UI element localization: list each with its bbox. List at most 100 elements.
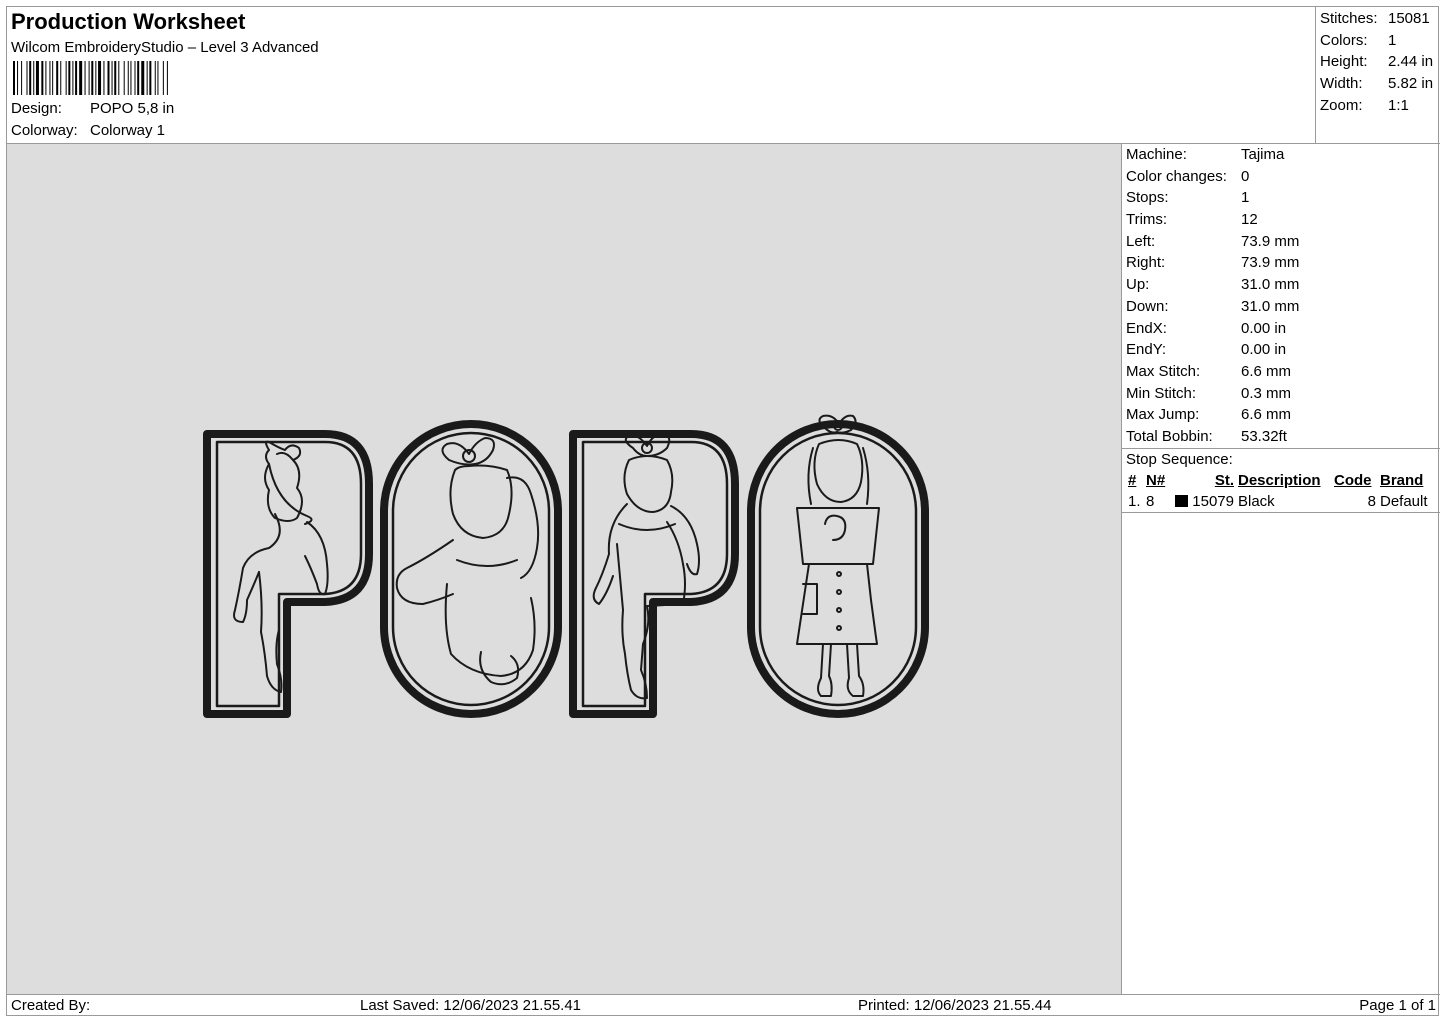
summary-row: Height: 2.44 in bbox=[1320, 51, 1440, 73]
barcode bbox=[13, 61, 168, 95]
machine-properties: Machine: Tajima Color changes: 0 Stops: 1 Trim… bbox=[1122, 144, 1440, 449]
column-header-stitches: St. bbox=[1214, 472, 1234, 490]
summary-value: 1 bbox=[1388, 31, 1397, 49]
property-value: 0.00 in bbox=[1241, 341, 1287, 359]
property-row: Min Stitch: 0.3 mm bbox=[1126, 383, 1440, 405]
child-figure-3 bbox=[592, 433, 700, 700]
worksheet-title: Production Worksheet bbox=[11, 9, 246, 34]
embroidery-design bbox=[203, 414, 929, 718]
colorway-label: Colorway: bbox=[11, 122, 78, 139]
row-description: Black bbox=[1238, 493, 1275, 511]
letter-p-left bbox=[203, 430, 373, 718]
property-label: Max Jump: bbox=[1126, 406, 1200, 424]
row-index: 1. bbox=[1128, 493, 1141, 511]
worksheet-header: Production Worksheet Wilcom EmbroiderySt… bbox=[7, 7, 1440, 144]
property-label: Total Bobbin: bbox=[1126, 427, 1213, 445]
property-value: 73.9 mm bbox=[1241, 232, 1300, 250]
property-row: Trims: 12 bbox=[1126, 209, 1440, 231]
summary-label: Width: bbox=[1320, 75, 1363, 93]
table-row: 1. 8 15079 Black 8 Default bbox=[1126, 491, 1436, 512]
property-value: 0.3 mm bbox=[1241, 384, 1292, 402]
column-header-index: # bbox=[1128, 472, 1137, 490]
created-by: Created By: bbox=[11, 997, 91, 1014]
summary-value: 2.44 in bbox=[1388, 53, 1434, 71]
printed-date: Printed: 12/06/2023 21.55.44 bbox=[858, 997, 1052, 1014]
child-figure-1 bbox=[233, 440, 329, 693]
design-value: POPO 5,8 in bbox=[90, 100, 175, 117]
letter-o-right bbox=[747, 420, 929, 718]
property-label: Trims: bbox=[1126, 211, 1168, 229]
property-label: EndX: bbox=[1126, 319, 1167, 337]
property-value: Tajima bbox=[1241, 146, 1285, 163]
property-label: EndY: bbox=[1126, 341, 1167, 359]
property-row: Left: 73.9 mm bbox=[1126, 231, 1440, 253]
property-value: 12 bbox=[1241, 211, 1258, 229]
column-header-code: Code bbox=[1334, 472, 1372, 490]
summary-row: Width: 5.82 in bbox=[1320, 73, 1440, 95]
row-brand: Default bbox=[1380, 493, 1428, 511]
property-row: EndX: 0.00 in bbox=[1126, 318, 1440, 340]
colorway-row: Colorway: Colorway 1 bbox=[11, 122, 165, 139]
property-row: EndY: 0.00 in bbox=[1126, 339, 1440, 361]
colorway-value: Colorway 1 bbox=[90, 122, 166, 139]
letter-p-right bbox=[569, 430, 739, 718]
design-preview[interactable] bbox=[7, 144, 1122, 994]
letter-o-left bbox=[380, 420, 562, 718]
summary-label: Zoom: bbox=[1320, 96, 1363, 114]
summary-row: Stitches: 15081 bbox=[1320, 8, 1440, 30]
row-stitches-cell: 15079 bbox=[1172, 491, 1236, 512]
property-row: Color changes: 0 bbox=[1126, 166, 1440, 188]
property-value: 6.6 mm bbox=[1241, 406, 1292, 424]
property-label: Left: bbox=[1126, 232, 1156, 250]
property-row: Total Bobbin: 53.32ft bbox=[1126, 426, 1440, 448]
property-value: 31.0 mm bbox=[1241, 276, 1300, 294]
color-swatch bbox=[1175, 495, 1189, 508]
property-row: Right: 73.9 mm bbox=[1126, 252, 1440, 274]
property-label: Up: bbox=[1126, 276, 1150, 294]
stop-sequence: Stop Sequence: # N# St. Description Code… bbox=[1122, 449, 1440, 514]
worksheet-footer: Created By: Last Saved: 12/06/2023 21.55… bbox=[7, 994, 1440, 1016]
property-label: Stops: bbox=[1126, 189, 1169, 207]
child-figure-2 bbox=[395, 437, 540, 686]
property-row: Max Stitch: 6.6 mm bbox=[1126, 361, 1440, 383]
stop-sequence-header: # N# St. Description Code Brand bbox=[1126, 470, 1436, 491]
property-label: Right: bbox=[1126, 254, 1166, 272]
property-row: Max Jump: 6.6 mm bbox=[1126, 404, 1440, 426]
design-label: Design: bbox=[11, 100, 62, 117]
property-value: 6.6 mm bbox=[1241, 362, 1292, 380]
summary-box: Stitches: 15081 Colors: 1 Height: 2.44 in W… bbox=[1315, 7, 1440, 144]
summary-label: Colors: bbox=[1320, 31, 1368, 49]
row-code: 8 bbox=[1367, 493, 1376, 511]
summary-value: 1:1 bbox=[1388, 96, 1409, 114]
property-row: Up: 31.0 mm bbox=[1126, 274, 1440, 296]
summary-row: Zoom: 1:1 bbox=[1320, 95, 1440, 117]
property-label: Down: bbox=[1126, 297, 1169, 315]
details-panel: Machine: Tajima Color changes: 0 Stops: 1 Trim… bbox=[1122, 144, 1440, 994]
property-value: 73.9 mm bbox=[1241, 254, 1300, 272]
summary-label: Stitches: bbox=[1320, 10, 1378, 27]
property-row: Machine: Tajima bbox=[1126, 144, 1440, 166]
property-row: Down: 31.0 mm bbox=[1126, 296, 1440, 318]
summary-row: Colors: 1 bbox=[1320, 30, 1440, 52]
summary-value: 5.82 in bbox=[1388, 75, 1434, 93]
property-value: 0 bbox=[1241, 167, 1250, 185]
property-label: Max Stitch: bbox=[1126, 362, 1201, 380]
column-header-brand: Brand bbox=[1380, 472, 1424, 490]
stop-sequence-caption: Stop Sequence: bbox=[1126, 450, 1233, 468]
design-row: Design: POPO 5,8 in bbox=[11, 100, 174, 117]
page-number: Page 1 of 1 bbox=[1359, 997, 1436, 1014]
last-saved: Last Saved: 12/06/2023 21.55.41 bbox=[360, 997, 582, 1014]
stop-sequence-table: # N# St. Description Code Brand 1. 8 150… bbox=[1126, 470, 1436, 512]
property-value: 53.32ft bbox=[1241, 427, 1287, 445]
software-name: Wilcom EmbroideryStudio – Level 3 Advanc… bbox=[11, 39, 319, 56]
property-row: Stops: 1 bbox=[1126, 187, 1440, 209]
summary-label: Height: bbox=[1320, 53, 1368, 71]
property-label: Min Stitch: bbox=[1126, 384, 1197, 402]
row-stitches: 15079 bbox=[1192, 493, 1234, 511]
property-value: 1 bbox=[1241, 189, 1250, 207]
production-worksheet: Production Worksheet Wilcom EmbroiderySt… bbox=[6, 6, 1440, 1016]
row-needle: 8 bbox=[1146, 493, 1155, 511]
property-label: Color changes: bbox=[1126, 167, 1227, 185]
column-header-needle: N# bbox=[1146, 472, 1166, 490]
column-header-description: Description bbox=[1238, 472, 1321, 490]
